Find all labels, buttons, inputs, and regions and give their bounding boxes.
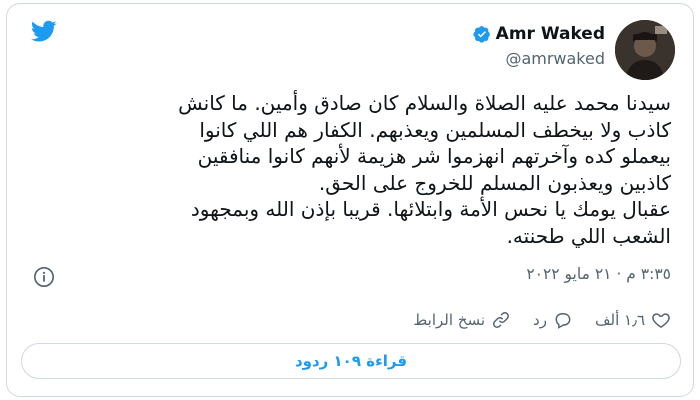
info-icon[interactable] xyxy=(33,266,55,288)
tweet-line: سيدنا محمد عليه الصلاة والسلام كان صادق … xyxy=(178,91,671,115)
tweet-line: كاذبين ويعذبون المسلم للخروج على الحق. xyxy=(318,170,671,195)
heart-icon xyxy=(652,313,670,328)
tweet-line: الشعب اللي طحنته. xyxy=(506,223,671,248)
reply-label: رد xyxy=(533,311,547,329)
like-button[interactable]: ١٫٦ ألف xyxy=(595,310,671,330)
read-replies-button[interactable]: قراءة ١٠٩ ردود xyxy=(21,343,681,379)
twitter-bird-icon[interactable] xyxy=(29,18,59,44)
avatar[interactable] xyxy=(615,20,675,80)
copy-link-label: نسخ الرابط xyxy=(413,311,486,329)
tweet-card: Amr Waked @amrwaked سيدنا محمد عليه الصل… xyxy=(6,3,694,397)
link-icon xyxy=(493,312,509,328)
tweet-text: سيدنا محمد عليه الصلاة والسلام كان صادق … xyxy=(21,90,671,249)
handle[interactable]: @amrwaked xyxy=(505,49,605,68)
tweet-line: كاذب ولا بيخطف المسلمين ويعذبهم. الكفار … xyxy=(199,117,671,142)
display-name[interactable]: Amr Waked xyxy=(496,24,605,44)
copy-link-button[interactable]: نسخ الرابط xyxy=(413,310,511,330)
tweet-line: عقبال يومك يا نحس الأمة وابتلائها. قريبا… xyxy=(190,197,671,221)
author-name-row[interactable]: Amr Waked xyxy=(473,24,605,44)
tweet-timestamp[interactable]: ٣:٣٥ م · ٢١ مايو ٢٠٢٢ xyxy=(526,265,671,283)
reply-icon xyxy=(555,313,571,329)
verified-badge-icon xyxy=(473,26,490,43)
tweet-actions: ١٫٦ ألف رد نسخ الرابط xyxy=(413,310,671,330)
reply-button[interactable]: رد xyxy=(533,310,573,330)
tweet-line: بيعملو كده وآخرتهم انهزموا شر هزيمة لأنه… xyxy=(197,144,671,168)
like-count: ١٫٦ ألف xyxy=(594,311,645,329)
